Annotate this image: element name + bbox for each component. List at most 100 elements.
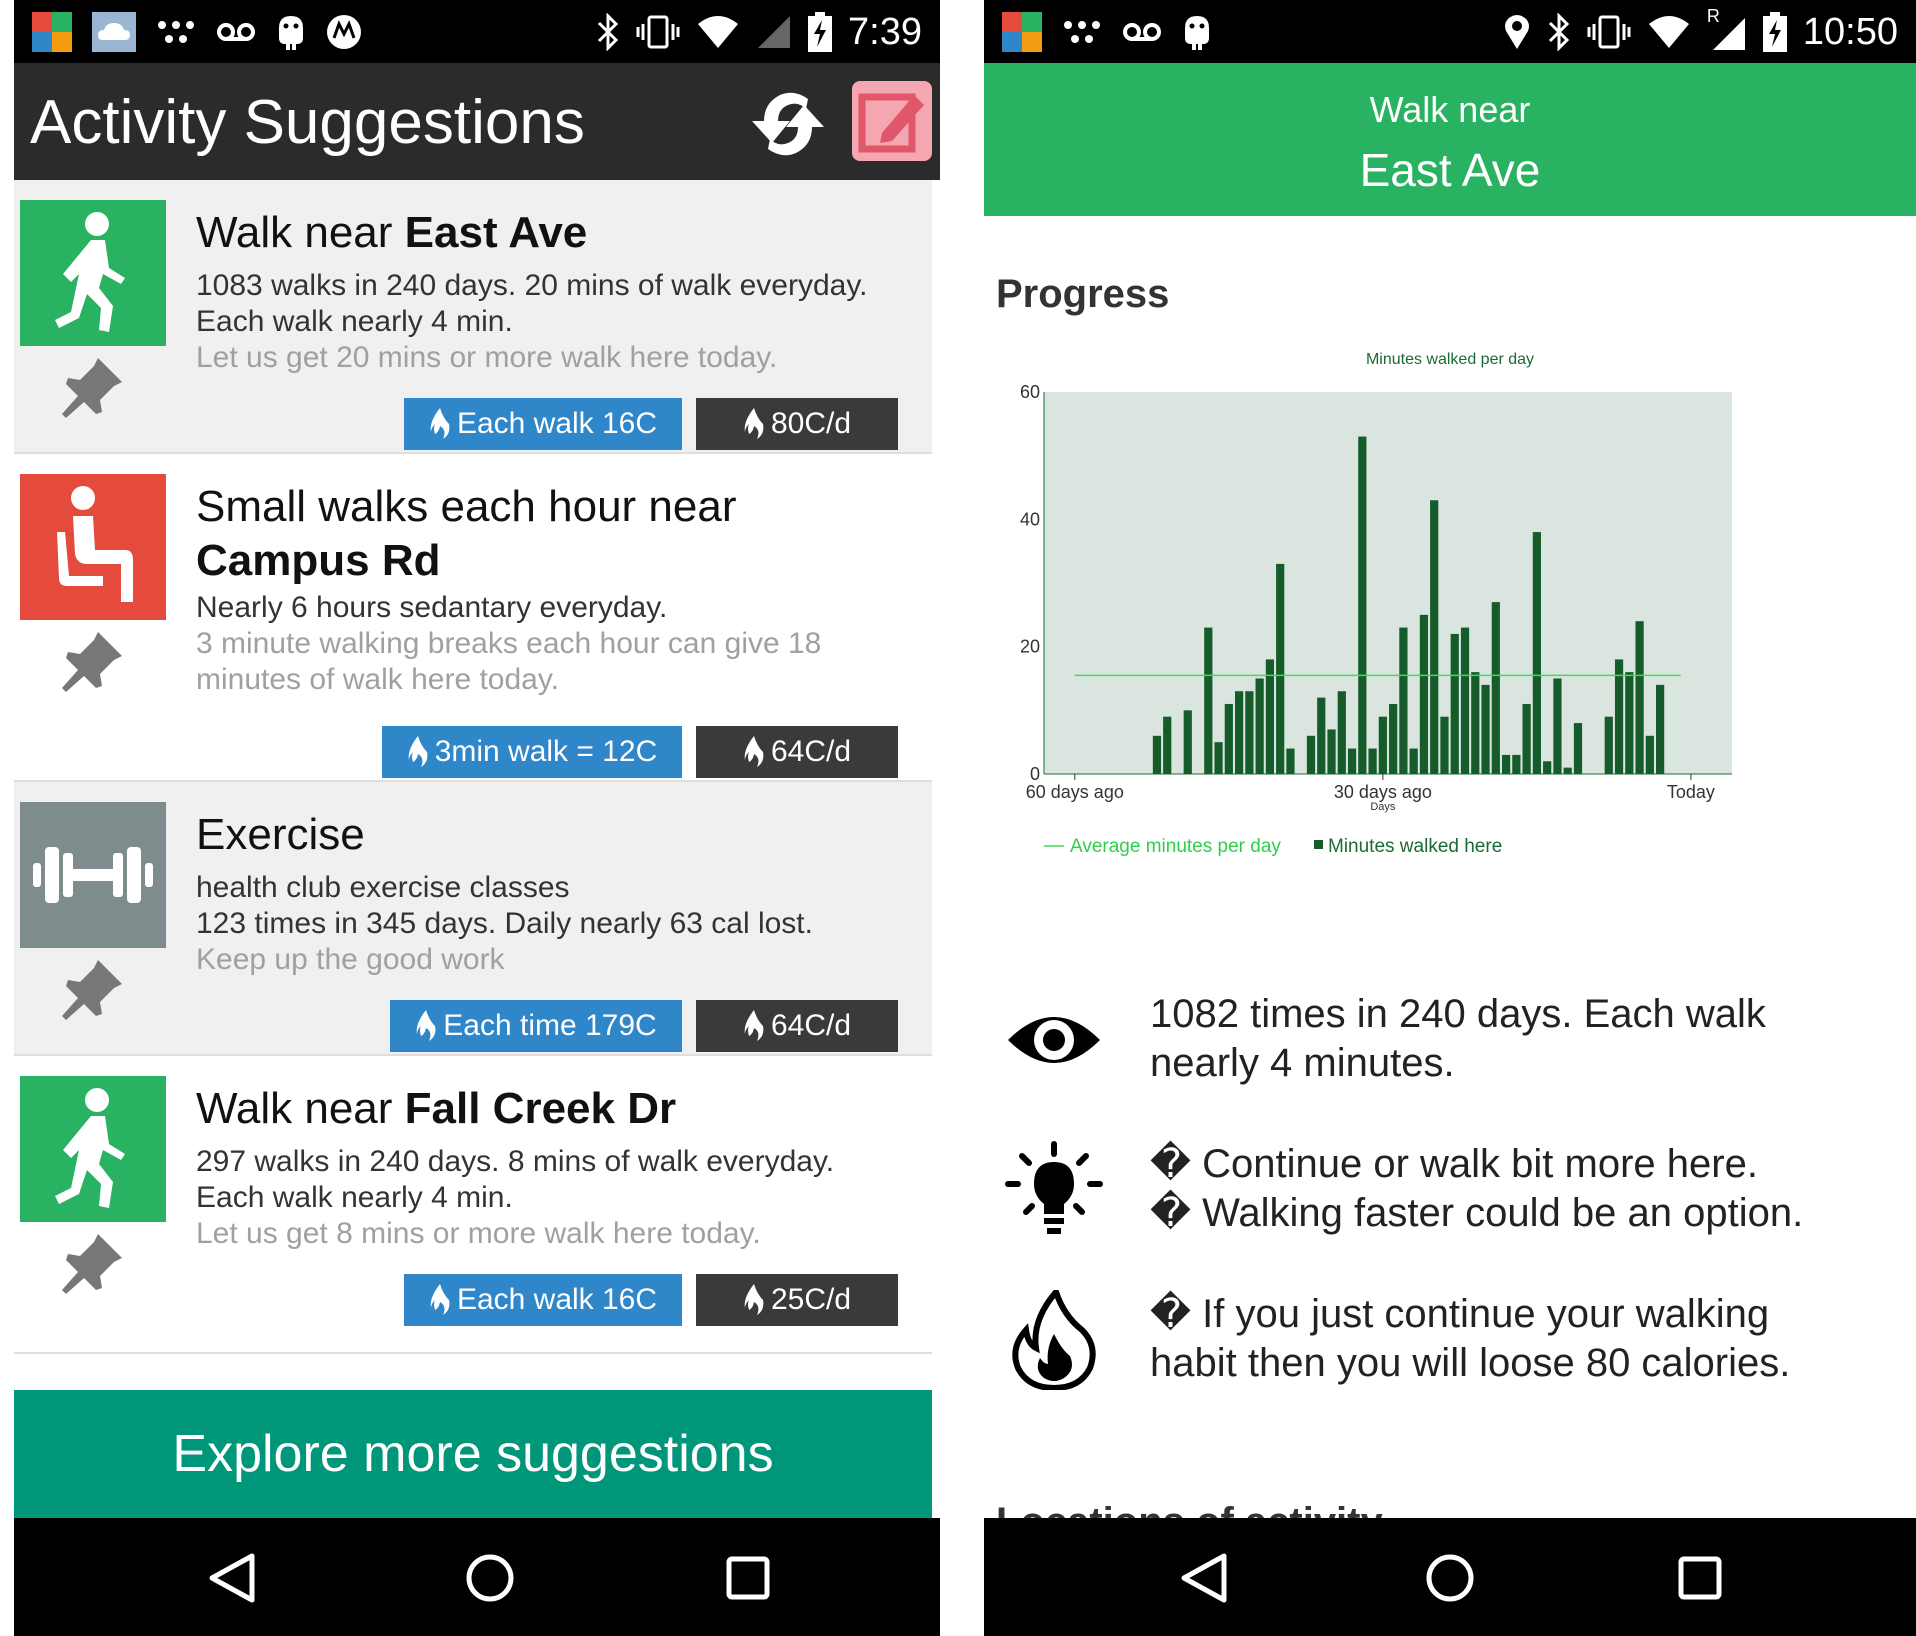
chart-bar (1604, 716, 1613, 774)
badge-label: 3min walk = 12C (434, 735, 658, 768)
back-button[interactable] (198, 1544, 266, 1612)
motorola-icon (327, 15, 361, 49)
back-button[interactable] (1170, 1544, 1238, 1612)
chart-bar (1265, 659, 1275, 774)
sync-icon[interactable] (746, 85, 830, 163)
status-time: 10:50 (1802, 10, 1898, 53)
signal-icon (758, 16, 791, 48)
calorie-per-walk-badge[interactable]: Each walk 16C (404, 398, 682, 450)
chart-bar (1573, 723, 1583, 774)
dots-grid-icon (1064, 21, 1100, 43)
detail-header: Walk near East Ave (984, 63, 1916, 216)
progress-chart-svg: Minutes walked per day 0 20 40 60 60 days ag… (1020, 351, 1732, 857)
info-line: 1082 times in 240 days. Each walk (1150, 992, 1766, 1036)
flame-icon (430, 1284, 450, 1315)
system-icons: 7:39 (596, 8, 922, 56)
calorie-per-day-badge[interactable]: 64C/d (696, 1000, 898, 1052)
chart-bar (1306, 735, 1316, 774)
pin-icon[interactable] (58, 352, 128, 422)
calorie-per-day-badge[interactable]: 64C/d (696, 726, 898, 778)
recents-icon (1678, 1556, 1722, 1600)
chart-bar (1409, 748, 1418, 774)
activity-thumbnail (20, 474, 166, 620)
recents-button[interactable] (714, 1544, 782, 1612)
badge-label: 64C/d (770, 1009, 852, 1042)
status-time: 7:39 (848, 10, 922, 53)
badge-label: Each time 179C (443, 1009, 657, 1042)
explore-more-button[interactable]: Explore more suggestions (14, 1390, 932, 1518)
activity-thumbnail (20, 802, 166, 948)
chart-bar (1378, 716, 1387, 774)
vibrate-icon (636, 15, 680, 49)
flame-icon (744, 408, 764, 439)
pin-icon[interactable] (58, 1228, 128, 1298)
chart-bar (1368, 748, 1377, 774)
back-icon (209, 1553, 255, 1603)
pin-icon[interactable] (58, 626, 128, 696)
home-icon (466, 1554, 514, 1602)
chart-bar (1471, 672, 1480, 774)
progress-chart: Minutes walked per day 0 20 40 60 60 days ag… (984, 340, 1916, 900)
info-row-frequency: 1082 times in 240 days. Each walk nearly… (984, 990, 1916, 1100)
suggestion-card-east-ave[interactable]: Walk near East Ave 1083 walks in 240 day… (14, 180, 932, 454)
card-detail: 1083 walks in 240 days. 20 mins of walk … (196, 269, 868, 302)
card-detail: 297 walks in 240 days. 8 mins of walk ev… (196, 1145, 835, 1178)
recents-button[interactable] (1666, 1544, 1734, 1612)
app-bar: Activity Suggestions (14, 63, 940, 180)
card-hint: 3 minute walking breaks each hour can gi… (196, 627, 822, 660)
chart-legend: Average minutes per day Minutes walked he… (1044, 836, 1502, 857)
chart-bar (1645, 735, 1654, 774)
calorie-per-day-badge[interactable]: 25C/d (696, 1274, 898, 1326)
calorie-per-walk-badge[interactable]: Each walk 16C (404, 1274, 682, 1326)
chart-bar (1481, 684, 1490, 774)
chart-bar (1440, 716, 1449, 774)
recents-icon (726, 1556, 770, 1600)
dumbbell-icon (33, 847, 153, 903)
info-text: � Continue or walk bit more here. � Walk… (1150, 1140, 1890, 1238)
bluetooth-icon (1548, 13, 1570, 51)
card-hint: Let us get 8 mins or more walk here toda… (196, 1217, 761, 1250)
calorie-per-walk-badge[interactable]: Each time 179C (390, 1000, 682, 1052)
lightbulb-icon (1005, 1141, 1103, 1234)
navigation-bar (14, 1518, 940, 1636)
suggestion-card-exercise[interactable]: Exercise health club exercise classes 12… (14, 782, 932, 1056)
chart-title: Minutes walked per day (1366, 351, 1534, 368)
home-button[interactable] (456, 1544, 524, 1612)
x-tick-label: 30 days ago (1334, 782, 1432, 802)
badge-label: 80C/d (770, 407, 852, 440)
chart-bar (1224, 703, 1233, 774)
chart-bar (1389, 703, 1398, 774)
edit-button[interactable] (852, 81, 932, 161)
calorie-per-walk-badge[interactable]: 3min walk = 12C (382, 726, 682, 778)
chart-bar (1255, 678, 1264, 774)
back-icon (1181, 1553, 1227, 1603)
pin-icon[interactable] (58, 954, 128, 1024)
android-icon (1185, 16, 1209, 50)
chart-bar (1430, 500, 1439, 774)
navigation-bar (984, 1518, 1916, 1636)
voicemail-icon (1123, 23, 1161, 41)
card-detail: Nearly 6 hours sedantary everyday. (196, 591, 668, 624)
x-tick-label: Today (1667, 782, 1715, 802)
legend-series-label: Minutes walked here (1328, 836, 1502, 857)
system-icons: R 10:50 (1503, 6, 1898, 56)
chart-bar (1512, 754, 1521, 774)
android-icon (279, 16, 303, 50)
location-pin-icon (1504, 15, 1529, 49)
card-title: Small walks each hour near Campus Rd (196, 482, 737, 585)
flame-icon (430, 408, 450, 439)
suggestion-card-campus-rd[interactable]: Small walks each hour near Campus Rd Nea… (14, 454, 932, 782)
home-button[interactable] (1416, 1544, 1484, 1612)
legend-average-label: Average minutes per day (1070, 836, 1281, 857)
card-detail: Each walk nearly 4 min. (196, 305, 513, 338)
suggestion-card-fall-creek-dr[interactable]: Walk near Fall Creek Dr 297 walks in 240… (14, 1056, 932, 1354)
card-title: Walk near Fall Creek Dr (196, 1084, 677, 1133)
info-line: � If you just continue your walking (1150, 1292, 1770, 1336)
card-title: Walk near East Ave (196, 208, 588, 257)
calorie-per-day-badge[interactable]: 80C/d (696, 398, 898, 450)
status-bar: 7:39 (14, 0, 940, 63)
chart-bar (1276, 563, 1285, 774)
app-icon (32, 12, 72, 52)
chart-bar (1450, 633, 1459, 774)
info-line: � Walking faster could be an option. (1150, 1191, 1804, 1235)
